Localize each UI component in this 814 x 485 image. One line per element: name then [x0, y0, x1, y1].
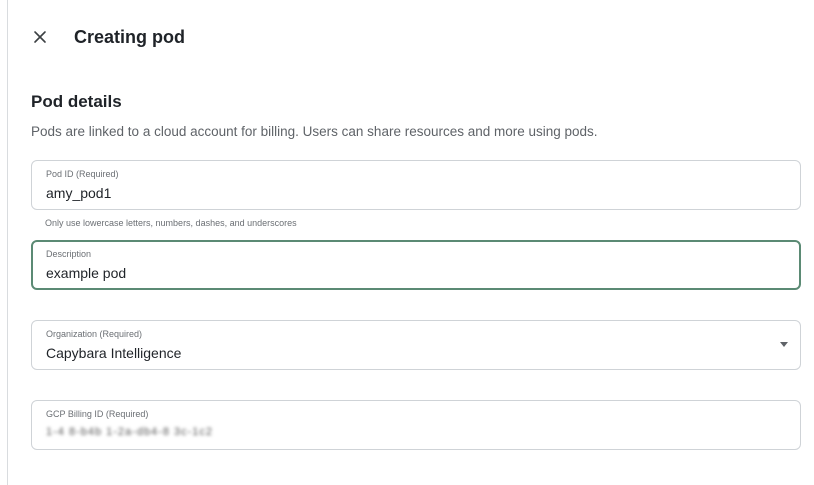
organization-value: Capybara Intelligence [46, 345, 182, 361]
pod-id-helper-text: Only use lowercase letters, numbers, das… [45, 218, 297, 228]
panel-divider [7, 0, 8, 485]
billing-id-label: GCP Billing ID (Required) [46, 409, 149, 419]
dialog-title: Creating pod [74, 26, 185, 47]
pod-id-input[interactable] [46, 185, 746, 201]
close-button[interactable] [28, 25, 52, 49]
description-field[interactable]: Description [31, 240, 801, 290]
billing-id-field[interactable]: GCP Billing ID (Required) 1-4 8-b4b 1-2a… [31, 400, 801, 450]
description-input[interactable] [46, 265, 746, 281]
description-label: Description [46, 249, 92, 259]
organization-select[interactable]: Organization (Required) Capybara Intelli… [31, 320, 801, 370]
section-description: Pods are linked to a cloud account for b… [31, 124, 598, 139]
organization-label: Organization (Required) [46, 329, 143, 339]
close-icon [34, 31, 46, 43]
billing-id-value[interactable]: 1-4 8-b4b 1-2a-db4-8 3c-1c2 [46, 426, 746, 438]
pod-id-label: Pod ID (Required) [46, 169, 119, 179]
pod-id-field[interactable]: Pod ID (Required) [31, 160, 801, 210]
dialog-header: Creating pod [30, 22, 185, 52]
section-title: Pod details [31, 92, 122, 111]
dropdown-caret-icon[interactable] [780, 342, 788, 347]
